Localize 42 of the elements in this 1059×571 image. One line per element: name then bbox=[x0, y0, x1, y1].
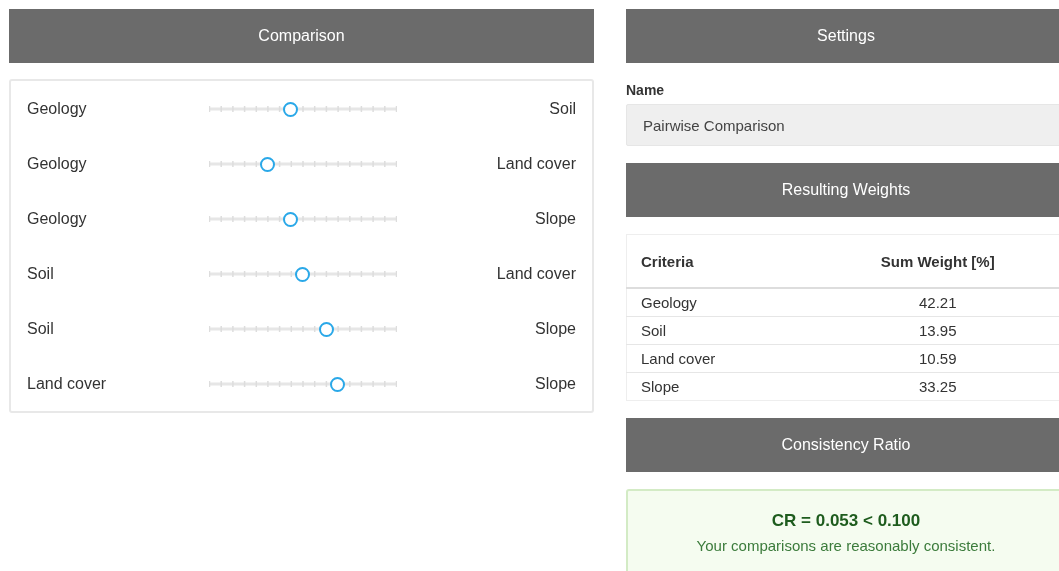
panel-header: Settings bbox=[626, 9, 1059, 63]
table-cell: 13.95 bbox=[810, 316, 1059, 345]
slider-thumb[interactable] bbox=[330, 376, 346, 392]
slider-thumb[interactable] bbox=[318, 321, 334, 337]
criterion-label: Soil bbox=[27, 264, 55, 283]
consistency-message: Your comparisons are reasonably consistent. bbox=[695, 537, 997, 554]
table-cell: Land cover bbox=[626, 344, 811, 373]
table-cell: 33.25 bbox=[810, 372, 1059, 401]
slider-track[interactable] bbox=[209, 375, 394, 392]
column-header: Criteria bbox=[626, 234, 811, 288]
criterion-label: Land cover bbox=[495, 154, 576, 173]
criterion-label: Geology bbox=[27, 154, 88, 173]
criterion-label: Geology bbox=[27, 209, 88, 228]
slider-track[interactable] bbox=[209, 210, 394, 227]
slider-track[interactable] bbox=[209, 265, 394, 282]
name-field[interactable]: Pairwise Comparison bbox=[626, 104, 1059, 146]
consistency-ratio: CR = 0.053 < 0.100 bbox=[770, 511, 922, 531]
slider-thumb[interactable] bbox=[295, 266, 311, 282]
criterion-label: Geology bbox=[27, 99, 88, 118]
column-header: Sum Weight [%] bbox=[810, 234, 1059, 288]
panel-header: Comparison bbox=[9, 9, 594, 63]
criterion-label: Slope bbox=[534, 319, 576, 338]
slider-track[interactable] bbox=[209, 100, 394, 117]
criterion-label: Slope bbox=[534, 374, 576, 393]
field-label: Name bbox=[626, 82, 666, 98]
panel-header: Consistency Ratio bbox=[626, 418, 1059, 472]
slider-thumb[interactable] bbox=[283, 101, 299, 117]
criterion-label: Land cover bbox=[495, 264, 576, 283]
table-cell: 42.21 bbox=[810, 288, 1059, 317]
criterion-label: Slope bbox=[534, 209, 576, 228]
table-cell: Geology bbox=[626, 288, 811, 317]
table-cell: 10.59 bbox=[810, 344, 1059, 373]
table-cell: Slope bbox=[626, 372, 811, 401]
slider-track[interactable] bbox=[209, 320, 394, 337]
panel-header: Resulting Weights bbox=[626, 163, 1059, 217]
criterion-label: Soil bbox=[27, 319, 55, 338]
criterion-label: Land cover bbox=[27, 374, 108, 393]
slider-thumb[interactable] bbox=[259, 156, 275, 172]
slider-track[interactable] bbox=[209, 155, 394, 172]
slider-thumb[interactable] bbox=[283, 211, 299, 227]
table-cell: Soil bbox=[626, 316, 811, 345]
criterion-label: Soil bbox=[548, 99, 576, 118]
